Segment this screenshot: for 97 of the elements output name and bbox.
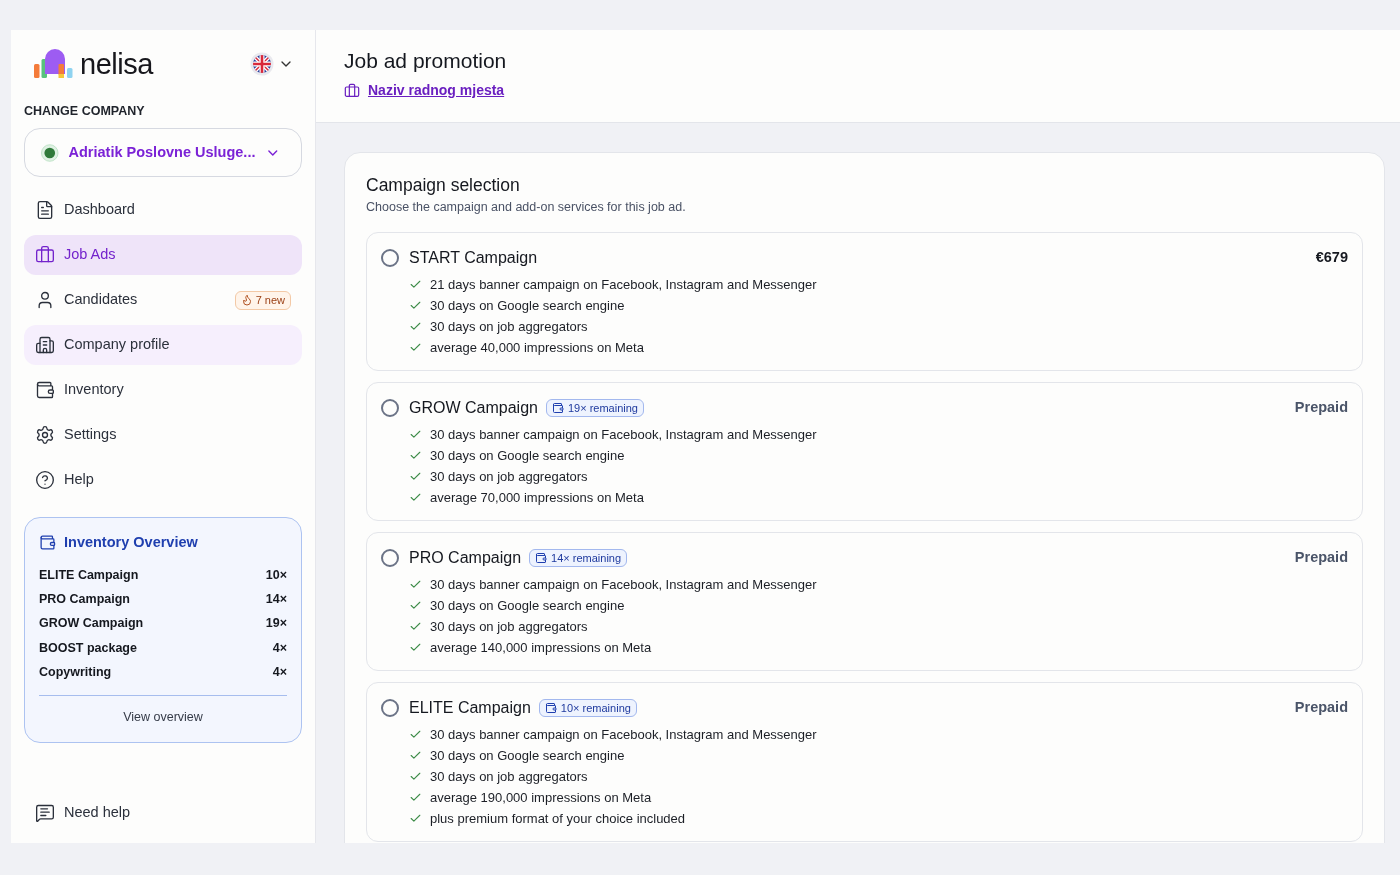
- inventory-item-count: 14×: [265, 590, 287, 608]
- inventory-item-count: 4×: [272, 639, 287, 657]
- flame-icon: [240, 294, 253, 306]
- feature-text: 30 days on Google search engine: [430, 296, 625, 315]
- campaign-name: START Campaign: [409, 248, 538, 268]
- check-icon: [409, 791, 422, 804]
- radio-button[interactable]: [381, 399, 399, 417]
- change-company-label: CHANGE COMPANY: [24, 102, 145, 120]
- feature-text: 30 days on job aggregators: [430, 317, 588, 336]
- check-icon: [409, 491, 422, 504]
- campaign-option[interactable]: START Campaign €679 21 days banner campaign on Facebook, Instagram and Messenger 30 days on Google search engine 30 days on job aggregators average 40,000 impressions on Meta: [366, 232, 1363, 371]
- feature-text: 30 days on Google search engine: [430, 446, 625, 465]
- feature-text: 21 days banner campaign on Facebook, Instagram and Messenger: [430, 275, 817, 294]
- job-title-link[interactable]: Naziv radnog mjesta: [368, 80, 505, 101]
- section-title: Campaign selection: [366, 174, 521, 196]
- check-icon: [409, 341, 422, 354]
- need-help-button[interactable]: Need help: [24, 793, 142, 833]
- feature-text: 30 days on job aggregators: [430, 617, 588, 636]
- brand-name: nelisa: [80, 49, 153, 79]
- nav-item[interactable]: Dashboard: [24, 190, 302, 230]
- campaign-option[interactable]: PRO Campaign 14× remaining Prepaid 30 days banner campaign on Facebook, Instagram and Messenger 30 days on Google search engine 30 days on job aggregators average 140,000 impressions on Meta: [366, 532, 1363, 671]
- check-icon: [409, 728, 422, 741]
- inventory-item-count: 10×: [265, 566, 287, 584]
- check-icon: [409, 578, 422, 591]
- check-icon: [409, 428, 422, 441]
- check-icon: [409, 749, 422, 762]
- nav-item[interactable]: Inventory: [24, 370, 302, 410]
- document-icon: [35, 200, 55, 220]
- nav-item[interactable]: Company profile: [24, 325, 302, 365]
- radio-button[interactable]: [381, 699, 399, 717]
- view-overview-button[interactable]: View overview: [115, 705, 211, 730]
- feature-text: 30 days banner campaign on Facebook, Instagram and Messenger: [430, 725, 817, 744]
- campaign-price: Prepaid: [1294, 398, 1348, 418]
- feature-text: 30 days banner campaign on Facebook, Instagram and Messenger: [430, 425, 817, 444]
- feature-text: 30 days banner campaign on Facebook, Instagram and Messenger: [430, 575, 817, 594]
- wallet-icon: [551, 402, 564, 414]
- wallet-icon: [535, 552, 548, 564]
- nav-item[interactable]: Settings: [24, 415, 302, 455]
- check-icon: [409, 470, 422, 483]
- check-icon: [409, 278, 422, 291]
- check-icon: [409, 641, 422, 654]
- new-candidates-count: 7 new: [255, 292, 285, 308]
- check-icon: [409, 620, 422, 633]
- feature-text: average 40,000 impressions on Meta: [430, 338, 644, 357]
- chat-icon: [35, 803, 55, 823]
- feature-text: plus premium format of your choice included: [430, 809, 686, 828]
- wallet-icon: [544, 702, 557, 714]
- flag-icon: [250, 52, 274, 76]
- radio-button[interactable]: [381, 249, 399, 267]
- inventory-overview-title: Inventory Overview: [64, 533, 198, 552]
- campaign-price: Prepaid: [1294, 548, 1348, 568]
- campaign-option[interactable]: [366, 682, 1363, 842]
- feature-text: 30 days on Google search engine: [430, 746, 625, 765]
- inventory-item-name: ELITE Campaign: [39, 566, 139, 584]
- company-select[interactable]: Adriatik Poslovne Usluge...: [24, 128, 302, 177]
- wallet-icon: [39, 534, 56, 552]
- check-icon: [409, 599, 422, 612]
- check-icon: [409, 299, 422, 312]
- feature-text: 30 days on job aggregators: [430, 467, 588, 486]
- campaign-name: ELITE Campaign: [409, 698, 531, 718]
- building-icon: [35, 335, 55, 355]
- campaign-price: €679: [1315, 248, 1348, 268]
- feature-text: 30 days on job aggregators: [430, 767, 588, 786]
- check-icon: [409, 320, 422, 333]
- briefcase-icon: [35, 245, 55, 265]
- campaign-option[interactable]: GROW Campaign 19× remaining Prepaid 30 days banner campaign on Facebook, Instagram and Messenger 30 days on Google search engine 30 days on job aggregators average 70,000 impressions on Meta: [366, 382, 1363, 521]
- campaign-name: PRO Campaign: [409, 548, 522, 568]
- feature-text: average 190,000 impressions on Meta: [430, 788, 652, 807]
- check-icon: [409, 449, 422, 462]
- nav-item[interactable]: Job Ads: [24, 235, 302, 275]
- inventory-item-name: Copywriting: [39, 664, 112, 682]
- remaining-count: 19× remaining: [567, 400, 638, 416]
- feature-text: 30 days on Google search engine: [430, 596, 625, 615]
- check-icon: [409, 770, 422, 783]
- nav-item[interactable]: Help: [24, 460, 302, 500]
- nav-item[interactable]: Candidates 7 new: [24, 280, 302, 320]
- inventory-item-count: 19×: [265, 615, 287, 633]
- feature-text: average 70,000 impressions on Meta: [430, 488, 644, 507]
- inventory-item-count: 4×: [272, 664, 287, 682]
- inventory-item-name: GROW Campaign: [39, 615, 144, 633]
- inventory-item-name: PRO Campaign: [39, 590, 130, 608]
- settings-icon: [35, 425, 55, 445]
- briefcase-icon: [344, 82, 360, 99]
- page-title: Job ad promotion: [344, 48, 508, 74]
- radio-button[interactable]: [381, 549, 399, 567]
- feature-text: average 140,000 impressions on Meta: [430, 638, 652, 657]
- wallet-icon: [35, 380, 55, 400]
- section-subtitle: Choose the campaign and add-on services for this job ad.: [366, 199, 687, 215]
- help-icon: [35, 470, 55, 490]
- status-dot-icon: [41, 143, 59, 162]
- remaining-count: 10× remaining: [560, 700, 631, 716]
- campaign-price: Prepaid: [1294, 698, 1348, 718]
- remaining-count: 14× remaining: [551, 550, 622, 566]
- logo-icon: [33, 49, 73, 79]
- campaign-name: GROW Campaign: [409, 398, 538, 418]
- inventory-item-name: BOOST package: [39, 639, 137, 657]
- check-icon: [409, 812, 422, 825]
